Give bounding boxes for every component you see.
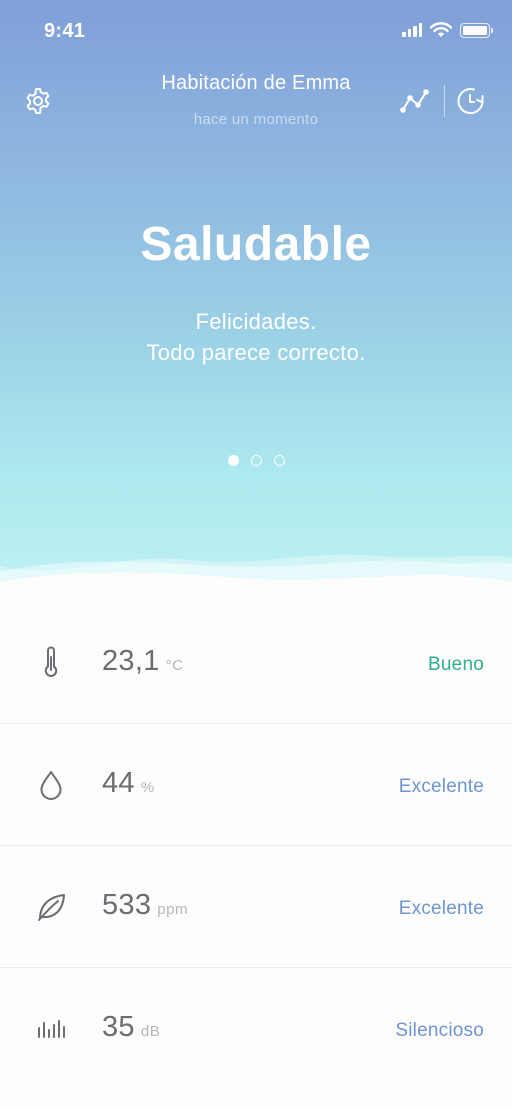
metric-row-humidity[interactable]: 44% Excelente — [0, 724, 512, 846]
history-clock-icon — [457, 88, 484, 115]
page-dot-3[interactable] — [273, 455, 285, 466]
co2-value: 533 — [102, 889, 152, 921]
thermometer-icon — [44, 646, 58, 677]
health-status-title: Saludable — [140, 218, 372, 271]
temperature-value: 23,1 — [102, 645, 160, 677]
line-graph-icon — [400, 89, 429, 113]
noise-value: 35 — [102, 1011, 135, 1043]
leaf-icon — [38, 894, 65, 921]
metric-value: 35 dB — [102, 1011, 160, 1044]
status-time: 9:41 — [44, 20, 86, 42]
temperature-unit: °C — [165, 657, 184, 674]
noise-unit: dB — [140, 1023, 161, 1040]
humidity-drop-icon — [40, 771, 62, 800]
metric-value: 44% — [102, 767, 155, 800]
metrics-list: 23,1 °C Bueno 44% Excelente 533 ppm Excele… — [0, 602, 512, 1090]
humidity-value: 44 — [102, 767, 135, 799]
page-indicator — [0, 455, 512, 466]
co2-rating: Excelente — [398, 898, 484, 919]
graph-button[interactable] — [398, 85, 432, 117]
co2-unit: ppm — [157, 901, 188, 918]
status-message: Felicidades. Todo parece correcto. — [0, 306, 512, 368]
sound-level-icon — [38, 1020, 65, 1038]
wave-decoration — [0, 554, 512, 600]
metric-value: 533 ppm — [102, 889, 188, 922]
page-dot-1[interactable] — [227, 455, 239, 466]
metric-value: 23,1 °C — [102, 645, 184, 678]
noise-rating: Silencioso — [395, 1020, 484, 1041]
cellular-signal-icon — [402, 23, 422, 37]
status-message-line2: Todo parece correcto. — [146, 340, 366, 365]
header-divider — [444, 85, 445, 117]
metric-row-co2[interactable]: 533 ppm Excelente — [0, 846, 512, 968]
battery-icon — [460, 22, 493, 38]
temperature-rating: Bueno — [428, 654, 484, 675]
status-bar: 9:41 — [0, 0, 512, 62]
metric-row-noise[interactable]: 35 dB Silencioso — [0, 968, 512, 1090]
metric-row-temperature[interactable]: 23,1 °C Bueno — [0, 602, 512, 724]
status-message-line1: Felicidades. — [195, 309, 317, 334]
page-dot-2[interactable] — [250, 455, 262, 466]
status-icons — [402, 22, 493, 38]
humidity-rating: Excelente — [398, 776, 484, 797]
room-title[interactable]: Habitación de Emma — [0, 72, 512, 95]
history-button[interactable] — [454, 85, 488, 117]
humidity-unit: % — [140, 779, 155, 796]
wifi-icon — [430, 22, 452, 37]
hero-panel: 9:41 Habitación de Emma hace un momento — [0, 0, 512, 600]
last-updated: hace un momento — [193, 111, 319, 128]
